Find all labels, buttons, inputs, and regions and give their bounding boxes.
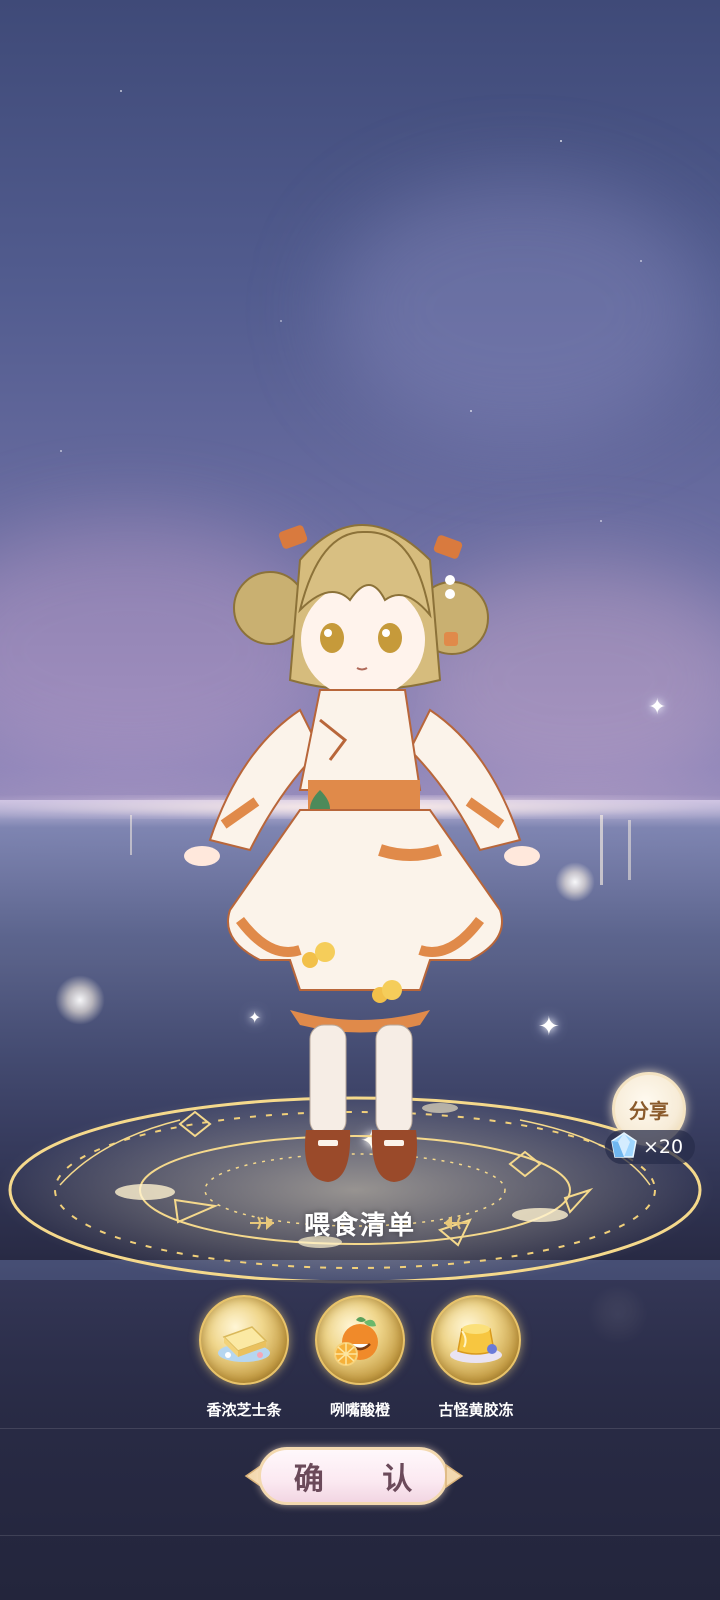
share-reward-count: ×20 xyxy=(643,1136,684,1158)
feed-item-name: 咧嘴酸橙 xyxy=(329,1401,390,1419)
star xyxy=(640,260,642,262)
panel-divider xyxy=(0,1428,720,1429)
star xyxy=(280,320,282,322)
star xyxy=(600,520,602,522)
confirm-ornament-right-icon xyxy=(445,1463,464,1489)
crystal-gem-icon xyxy=(611,1132,637,1158)
sky-nebula xyxy=(330,180,710,440)
feed-list-title: 喂食清单 xyxy=(303,1211,416,1241)
star xyxy=(60,450,62,452)
share-reward-badge: ×20 xyxy=(605,1130,695,1164)
yellow-jelly-pudding-icon xyxy=(431,1295,521,1385)
light-reflection xyxy=(130,815,132,855)
bokeh-light xyxy=(55,975,105,1025)
cheese-stick-icon xyxy=(199,1295,289,1385)
game-scene: ✦ ✦ ✦ ✦ xyxy=(0,0,720,1600)
light-reflection xyxy=(600,815,603,885)
sparkle-icon: ✦ xyxy=(538,1012,560,1042)
sparkle-icon: ✦ xyxy=(648,695,667,720)
feed-item-name: 香浓芝士条 xyxy=(206,1401,282,1419)
feed-item[interactable]: 咧嘴酸橙 xyxy=(315,1295,405,1420)
star xyxy=(120,90,122,92)
feed-item-list: 香浓芝士条 咧嘴酸橙 古怪黄胶冻 xyxy=(0,1295,720,1420)
feed-item-name: 古怪黄胶冻 xyxy=(438,1401,514,1419)
star xyxy=(470,410,472,412)
bokeh-light xyxy=(555,862,595,902)
feed-item[interactable]: 古怪黄胶冻 xyxy=(431,1295,521,1420)
title-ornament-right-icon xyxy=(444,1216,468,1230)
panel-divider xyxy=(0,1535,720,1536)
grinning-orange-icon xyxy=(315,1295,405,1385)
star xyxy=(560,140,562,142)
light-reflection xyxy=(628,820,631,880)
feed-item[interactable]: 香浓芝士条 xyxy=(199,1295,289,1420)
character-chibi-girl xyxy=(184,524,540,1182)
confirm-button[interactable]: 确 认 xyxy=(258,1447,448,1505)
